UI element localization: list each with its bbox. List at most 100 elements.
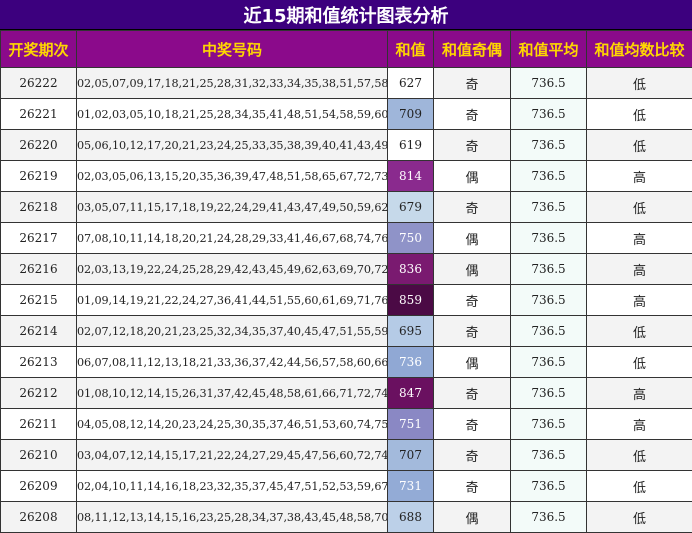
header-average: 和值平均	[511, 31, 587, 68]
sum-cell: 695	[388, 316, 434, 347]
compare-cell: 高	[587, 223, 692, 254]
period-cell: 26211	[1, 409, 77, 440]
header-period: 开奖期次	[1, 31, 77, 68]
header-sum: 和值	[388, 31, 434, 68]
compare-cell: 高	[587, 409, 692, 440]
table-row: 2621602,03,13,19,22,24,25,28,29,42,43,45…	[1, 254, 692, 285]
parity-cell: 偶	[434, 347, 511, 378]
numbers-cell: 01,02,03,05,10,18,21,25,28,34,35,41,48,5…	[77, 99, 388, 130]
parity-cell: 偶	[434, 223, 511, 254]
average-cell: 736.5	[511, 409, 587, 440]
parity-cell: 奇	[434, 409, 511, 440]
sum-cell: 814	[388, 161, 434, 192]
period-cell: 26210	[1, 440, 77, 471]
parity-cell: 奇	[434, 99, 511, 130]
average-cell: 736.5	[511, 161, 587, 192]
average-cell: 736.5	[511, 316, 587, 347]
numbers-cell: 01,08,10,12,14,15,26,31,37,42,45,48,58,6…	[77, 378, 388, 409]
sum-cell: 679	[388, 192, 434, 223]
compare-cell: 高	[587, 285, 692, 316]
compare-cell: 低	[587, 99, 692, 130]
numbers-cell: 02,03,13,19,22,24,25,28,29,42,43,45,49,6…	[77, 254, 388, 285]
sum-cell: 731	[388, 471, 434, 502]
average-cell: 736.5	[511, 502, 587, 533]
table-row: 2621902,03,05,06,13,15,20,35,36,39,47,48…	[1, 161, 692, 192]
period-cell: 26215	[1, 285, 77, 316]
parity-cell: 奇	[434, 68, 511, 99]
compare-cell: 低	[587, 440, 692, 471]
numbers-cell: 06,07,08,11,12,13,18,21,33,36,37,42,44,5…	[77, 347, 388, 378]
compare-cell: 低	[587, 471, 692, 502]
sum-cell: 847	[388, 378, 434, 409]
table-row: 2622005,06,10,12,17,20,21,23,24,25,33,35…	[1, 130, 692, 161]
numbers-cell: 03,05,07,11,15,17,18,19,22,24,29,41,43,4…	[77, 192, 388, 223]
average-cell: 736.5	[511, 192, 587, 223]
page-title: 近15期和值统计图表分析	[0, 0, 692, 30]
average-cell: 736.5	[511, 347, 587, 378]
period-cell: 26209	[1, 471, 77, 502]
compare-cell: 低	[587, 502, 692, 533]
sum-cell: 736	[388, 347, 434, 378]
sum-cell: 627	[388, 68, 434, 99]
compare-cell: 低	[587, 68, 692, 99]
parity-cell: 奇	[434, 316, 511, 347]
parity-cell: 偶	[434, 161, 511, 192]
compare-cell: 高	[587, 378, 692, 409]
numbers-cell: 02,07,12,18,20,21,23,25,32,34,35,37,40,4…	[77, 316, 388, 347]
numbers-cell: 03,04,07,12,14,15,17,21,22,24,27,29,45,4…	[77, 440, 388, 471]
table-row: 2620902,04,10,11,14,16,18,23,32,35,37,45…	[1, 471, 692, 502]
average-cell: 736.5	[511, 223, 587, 254]
compare-cell: 低	[587, 130, 692, 161]
table-row: 2621803,05,07,11,15,17,18,19,22,24,29,41…	[1, 192, 692, 223]
period-cell: 26214	[1, 316, 77, 347]
numbers-cell: 02,03,05,06,13,15,20,35,36,39,47,48,51,5…	[77, 161, 388, 192]
table-row: 2621104,05,08,12,14,20,23,24,25,30,35,37…	[1, 409, 692, 440]
parity-cell: 奇	[434, 285, 511, 316]
average-cell: 736.5	[511, 471, 587, 502]
period-cell: 26221	[1, 99, 77, 130]
stats-table: 开奖期次 中奖号码 和值 和值奇偶 和值平均 和值均数比较 2622202,05…	[0, 30, 692, 533]
parity-cell: 奇	[434, 378, 511, 409]
sum-cell: 619	[388, 130, 434, 161]
numbers-cell: 02,04,10,11,14,16,18,23,32,35,37,45,47,5…	[77, 471, 388, 502]
period-cell: 26212	[1, 378, 77, 409]
header-parity: 和值奇偶	[434, 31, 511, 68]
numbers-cell: 01,09,14,19,21,22,24,27,36,41,44,51,55,6…	[77, 285, 388, 316]
sum-cell: 707	[388, 440, 434, 471]
table-row: 2621402,07,12,18,20,21,23,25,32,34,35,37…	[1, 316, 692, 347]
average-cell: 736.5	[511, 285, 587, 316]
period-cell: 26217	[1, 223, 77, 254]
sum-cell: 751	[388, 409, 434, 440]
header-compare: 和值均数比较	[587, 31, 692, 68]
numbers-cell: 07,08,10,11,14,18,20,21,24,28,29,33,41,4…	[77, 223, 388, 254]
sum-cell: 750	[388, 223, 434, 254]
average-cell: 736.5	[511, 254, 587, 285]
sum-cell: 709	[388, 99, 434, 130]
compare-cell: 低	[587, 192, 692, 223]
period-cell: 26208	[1, 502, 77, 533]
table-row: 2622101,02,03,05,10,18,21,25,28,34,35,41…	[1, 99, 692, 130]
numbers-cell: 05,06,10,12,17,20,21,23,24,25,33,35,38,3…	[77, 130, 388, 161]
table-row: 2621707,08,10,11,14,18,20,21,24,28,29,33…	[1, 223, 692, 254]
period-cell: 26222	[1, 68, 77, 99]
table-row: 2621003,04,07,12,14,15,17,21,22,24,27,29…	[1, 440, 692, 471]
parity-cell: 奇	[434, 440, 511, 471]
sum-cell: 859	[388, 285, 434, 316]
table-row: 2621306,07,08,11,12,13,18,21,33,36,37,42…	[1, 347, 692, 378]
numbers-cell: 04,05,08,12,14,20,23,24,25,30,35,37,46,5…	[77, 409, 388, 440]
header-numbers: 中奖号码	[77, 31, 388, 68]
parity-cell: 偶	[434, 502, 511, 533]
sum-cell: 836	[388, 254, 434, 285]
parity-cell: 偶	[434, 254, 511, 285]
average-cell: 736.5	[511, 440, 587, 471]
period-cell: 26220	[1, 130, 77, 161]
period-cell: 26218	[1, 192, 77, 223]
average-cell: 736.5	[511, 130, 587, 161]
parity-cell: 奇	[434, 192, 511, 223]
parity-cell: 奇	[434, 471, 511, 502]
compare-cell: 高	[587, 254, 692, 285]
average-cell: 736.5	[511, 378, 587, 409]
average-cell: 736.5	[511, 99, 587, 130]
table-row: 2621501,09,14,19,21,22,24,27,36,41,44,51…	[1, 285, 692, 316]
numbers-cell: 08,11,12,13,14,15,16,23,25,28,34,37,38,4…	[77, 502, 388, 533]
